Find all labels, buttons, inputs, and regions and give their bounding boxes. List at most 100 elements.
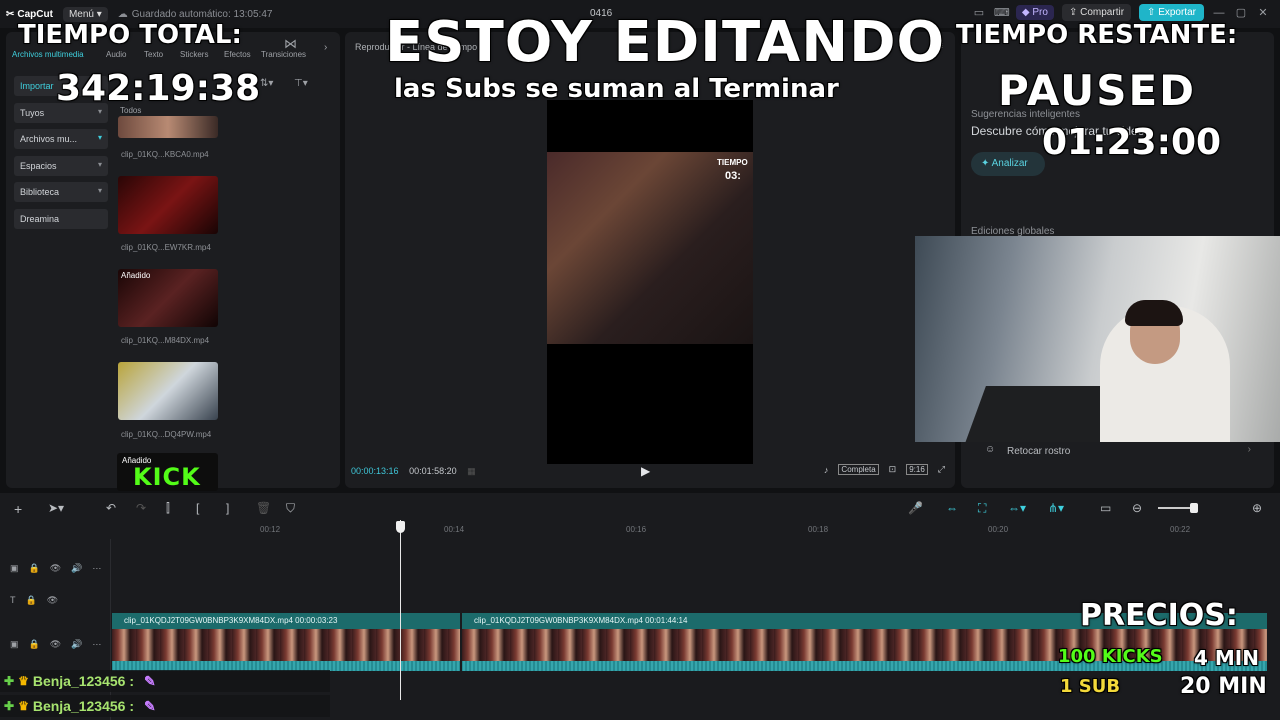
caption-icon[interactable]: ▭: [1100, 501, 1111, 515]
ruler-tick: 00:12: [260, 525, 281, 534]
tab-stickers[interactable]: Stickers: [180, 50, 208, 59]
play-button[interactable]: ▶: [641, 464, 650, 478]
sidebar-item-media-files[interactable]: Archivos mu... ▾: [14, 129, 108, 149]
preview-axis-icon[interactable]: ⋔▾: [1048, 501, 1064, 515]
export-button[interactable]: ⇧ Exportar: [1139, 4, 1204, 21]
titlebar-actions: ▭ ⌨ ◆ Pro ⇪ Compartir ⇧ Exportar — ▢ ✕: [972, 4, 1270, 21]
chevron-down-icon: ▾: [96, 8, 102, 20]
menu-label: Menú: [68, 8, 94, 20]
chevron-down-icon: ▾: [97, 159, 102, 169]
select-tool-icon[interactable]: ➤▾: [48, 501, 64, 515]
sidebar-item-library[interactable]: Biblioteca ▾: [14, 182, 108, 202]
sidebar-item-label: Biblioteca: [20, 187, 60, 197]
eye-icon[interactable]: 👁: [47, 595, 58, 606]
chat-username: Benja_123456 :: [32, 698, 135, 714]
ruler-tick: 00:20: [988, 525, 1009, 534]
lock-icon[interactable]: 🔒: [29, 639, 40, 650]
lock-icon[interactable]: 🔒: [29, 563, 40, 574]
maximize-icon[interactable]: ▢: [1234, 6, 1248, 19]
media-thumb[interactable]: [118, 362, 218, 420]
media-thumb[interactable]: Añadido: [118, 269, 218, 327]
chat-message: ✚ ♛ Benja_123456 : ✎: [0, 695, 330, 717]
chevron-down-icon: ▾: [97, 186, 102, 195]
paused-status: PAUSED: [998, 66, 1197, 115]
sidebar-item-label: Importar: [20, 81, 54, 91]
media-thumb[interactable]: [118, 116, 218, 138]
tab-effects[interactable]: Efectos: [224, 50, 251, 59]
track-cover-icon[interactable]: ▣: [10, 563, 19, 574]
eye-icon[interactable]: 👁: [50, 563, 61, 574]
speaker-icon[interactable]: 🔊: [71, 563, 82, 574]
total-time: 00:01:58:20: [409, 466, 457, 476]
share-button[interactable]: ⇪ Compartir: [1061, 4, 1132, 21]
face-icon: ☺: [985, 444, 996, 455]
layout-icon[interactable]: ▭: [972, 6, 986, 19]
trim-right-icon[interactable]: ]: [226, 501, 229, 515]
export-label: Exportar: [1158, 7, 1196, 18]
chevron-down-icon: ▾: [97, 133, 102, 142]
quality-button[interactable]: Completa: [838, 464, 879, 475]
add-track-icon[interactable]: +: [14, 501, 22, 517]
media-thumb-name: clip_01KQ...DQ4PW.mp4: [121, 430, 212, 439]
moderator-icon: ✚: [4, 699, 15, 713]
track-controls-video-overlay: ▣ 🔒 👁 🔊 ⋯: [10, 563, 101, 574]
tab-audio[interactable]: Audio: [106, 50, 126, 59]
more-icon[interactable]: ⋯: [92, 563, 101, 574]
zoom-slider-handle[interactable]: [1190, 503, 1198, 513]
tab-media[interactable]: Archivos multimedia: [12, 50, 84, 59]
close-icon[interactable]: ✕: [1256, 6, 1270, 19]
fullscreen-icon[interactable]: ⤢: [938, 464, 945, 475]
sidebar-item-spaces[interactable]: Espacios ▾: [14, 155, 108, 176]
tiktok-icon[interactable]: ♪: [824, 465, 829, 475]
speaker-icon[interactable]: 🔊: [71, 639, 82, 650]
trim-left-icon[interactable]: [: [196, 501, 199, 515]
chevron-right-icon[interactable]: ›: [324, 42, 327, 53]
timeline-playhead[interactable]: [400, 520, 401, 700]
screenshot-icon[interactable]: ⊡: [889, 464, 897, 475]
tab-text[interactable]: Texto: [144, 50, 163, 59]
split-icon[interactable]: ⫿: [166, 501, 170, 516]
media-thumb[interactable]: [118, 176, 218, 234]
zoom-out-icon[interactable]: ⊖: [1132, 501, 1142, 515]
ruler-tick: 00:16: [626, 525, 647, 534]
undo-icon[interactable]: ↶: [106, 501, 116, 515]
timeline-ruler[interactable]: 00:12 00:14 00:16 00:18 00:20 00:22: [112, 523, 1280, 539]
timeline-toolbar: + ➤▾ ↶ ↷ ⫿ [ ] 🗑 ⛉ 🎤 ⇔ ⛶ ⇔▾ ⋔▾ ▭ ⊖ ⊕: [0, 493, 1280, 523]
minimize-icon[interactable]: —: [1212, 7, 1226, 19]
media-thumb-name: clip_01KQ...M84DX.mp4: [121, 336, 210, 345]
track-cover-icon[interactable]: ▣: [10, 639, 19, 650]
ratio-button[interactable]: 9:16: [906, 464, 928, 475]
zoom-in-icon[interactable]: ⊕: [1252, 501, 1262, 515]
app-logo: ✂ CapCut: [6, 9, 53, 20]
shortcuts-icon[interactable]: ⌨: [994, 6, 1010, 19]
clip-1-header[interactable]: clip_01KQDJ2T09GW0BNBP3K9XM84DX.mp4 00:0…: [112, 613, 460, 629]
price-kicks-label: 100 KICKS: [1058, 646, 1163, 667]
microphone-icon[interactable]: 🎤: [908, 501, 923, 515]
playhead-handle[interactable]: [396, 521, 405, 533]
analyze-button[interactable]: ✦ Analizar: [971, 152, 1045, 176]
media-thumb-kick[interactable]: Añadido KICK: [117, 453, 218, 491]
player-timecode: 00:00:13:16 00:01:58:20 ▦: [351, 466, 476, 477]
price-sub-label: 1 SUB: [1060, 676, 1121, 697]
chevron-right-icon: ›: [1247, 444, 1251, 455]
more-icon[interactable]: ⋯: [92, 639, 101, 650]
filter-icon[interactable]: ⊤▾: [294, 78, 308, 89]
clip-1-thumbnails[interactable]: [112, 629, 460, 661]
shield-icon[interactable]: ⛉: [286, 501, 295, 516]
app-name: CapCut: [17, 8, 53, 20]
sidebar-item-label: Dreamina: [20, 213, 60, 224]
eye-icon[interactable]: 👁: [50, 639, 61, 650]
snap-icon[interactable]: ⇔▾: [1008, 501, 1026, 515]
link-icon[interactable]: ⇔: [946, 501, 958, 515]
sort-icon[interactable]: ⇅▾: [260, 78, 273, 89]
sidebar-item-dreamina[interactable]: Dreamina: [14, 208, 108, 229]
media-thumb-name: clip_01KQ...EW7KR.mp4: [121, 243, 211, 252]
magnet-icon[interactable]: ⛶: [978, 501, 986, 516]
lock-icon[interactable]: 🔒: [26, 595, 37, 606]
delete-icon[interactable]: 🗑: [256, 501, 271, 515]
video-preview[interactable]: TIEMPO 03:: [547, 100, 753, 464]
grid-icon[interactable]: ▦: [467, 466, 476, 476]
pro-button[interactable]: ◆ Pro: [1015, 5, 1054, 20]
redo-icon[interactable]: ↷: [136, 501, 146, 515]
ruler-tick: 00:14: [444, 525, 465, 534]
